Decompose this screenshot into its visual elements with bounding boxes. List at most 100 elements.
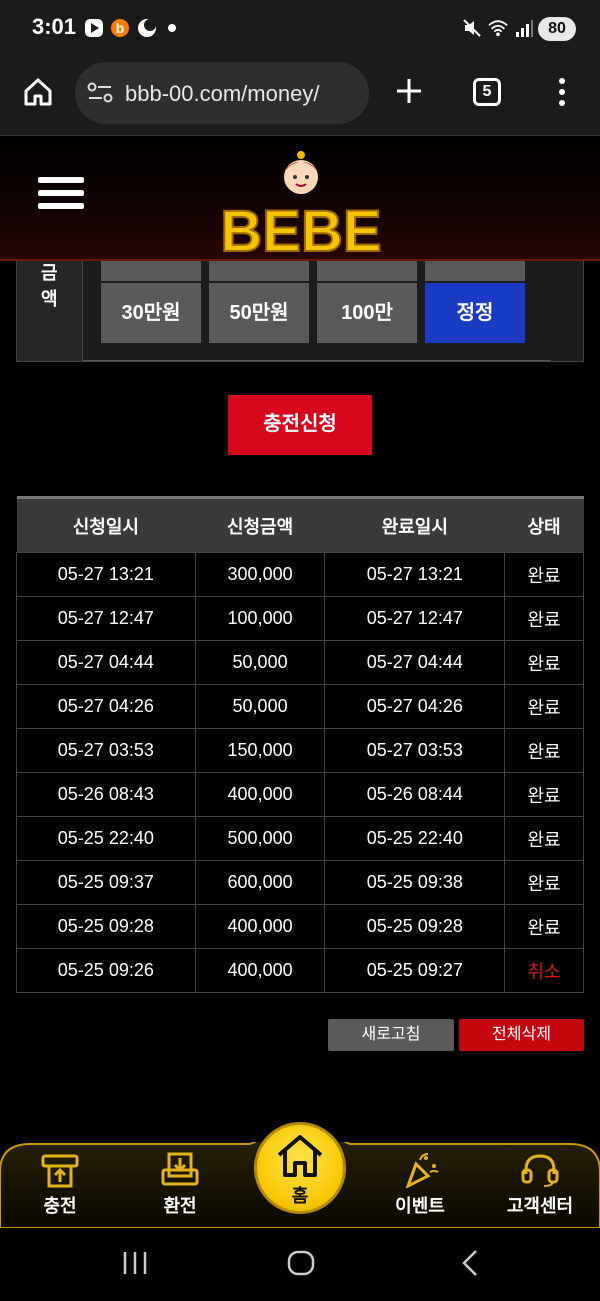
cell-request-time: 05-25 09:37 (16, 860, 196, 905)
home-system-icon[interactable] (286, 1248, 316, 1278)
nav-deposit[interactable]: 충전 (10, 1152, 110, 1218)
home-icon (277, 1135, 323, 1177)
svg-text:b: b (116, 20, 125, 36)
cell-complete-time: 05-27 04:44 (324, 640, 506, 685)
cell-complete-time: 05-27 13:21 (324, 552, 506, 597)
table-row: 05-27 12:47 100,000 05-27 12:47 완료 (16, 596, 584, 641)
header-request-amount: 신청금액 (195, 496, 325, 553)
moon-app-icon (138, 19, 156, 37)
table-row: 05-26 08:43 400,000 05-26 08:44 완료 (16, 772, 584, 817)
play-icon (85, 19, 103, 37)
amount-button-upper[interactable] (317, 261, 417, 281)
amount-button-upper[interactable] (425, 261, 525, 281)
cell-status: 완료 (504, 860, 584, 905)
recent-apps-icon[interactable] (120, 1248, 150, 1278)
amount-label: 금 액 (17, 261, 83, 361)
deposit-icon (41, 1154, 79, 1188)
cell-request-time: 05-27 12:47 (16, 596, 196, 641)
headset-icon (521, 1154, 559, 1187)
address-bar[interactable]: bbb-00.com/money/ (75, 62, 369, 124)
status-bar: 3:01 b 80 (0, 0, 600, 58)
cell-status: 완료 (504, 904, 584, 949)
plus-icon[interactable] (394, 76, 424, 106)
home-icon[interactable] (22, 76, 54, 108)
tabs-icon[interactable]: 5 (473, 78, 501, 106)
header-status: 상태 (504, 496, 584, 553)
cell-status: 완료 (504, 728, 584, 773)
amount-label-char-1: 금 (41, 263, 58, 283)
cell-request-time: 05-27 04:44 (16, 640, 196, 685)
menu-icon[interactable] (30, 171, 92, 227)
url-text: bbb-00.com/money/ (125, 81, 320, 106)
wifi-icon (488, 20, 508, 37)
amount-button-upper[interactable] (101, 261, 201, 281)
mute-icon (463, 19, 481, 37)
status-time: 3:01 (32, 14, 77, 39)
more-icon[interactable] (552, 76, 572, 108)
nav-event-label: 이벤트 (395, 1196, 445, 1216)
browser-toolbar: bbb-00.com/money/ 5 (0, 58, 600, 136)
back-icon[interactable] (456, 1248, 486, 1278)
withdraw-icon (161, 1152, 199, 1186)
amount-button-50[interactable]: 50만원 (209, 283, 309, 343)
amount-button-30[interactable]: 30만원 (101, 283, 201, 343)
cell-complete-time: 05-25 09:38 (324, 860, 506, 905)
cell-status: 완료 (504, 772, 584, 817)
cell-amount: 500,000 (194, 816, 326, 861)
nav-event[interactable]: 이벤트 (370, 1152, 470, 1218)
site-settings-icon[interactable] (87, 82, 113, 104)
battery-indicator: 80 (538, 17, 576, 41)
table-row: 05-25 22:40 500,000 05-25 22:40 완료 (16, 816, 584, 861)
amount-button-100[interactable]: 100만 (317, 283, 417, 343)
cell-request-time: 05-27 03:53 (16, 728, 196, 773)
amount-reset-button[interactable]: 정정 (425, 283, 525, 343)
amount-button-upper[interactable] (209, 261, 309, 281)
refresh-button[interactable]: 새로고침 (328, 1019, 454, 1051)
tab-count: 5 (482, 83, 492, 100)
cell-complete-time: 05-27 03:53 (324, 728, 506, 773)
table-row: 05-25 09:37 600,000 05-25 09:38 완료 (16, 860, 584, 905)
nav-home[interactable]: 홈 (254, 1122, 346, 1214)
deposit-request-button[interactable]: 충전신청 (228, 395, 372, 455)
b-app-icon: b (111, 19, 129, 37)
cell-complete-time: 05-25 09:27 (324, 948, 506, 993)
cell-request-time: 05-27 13:21 (16, 552, 196, 597)
cell-request-time: 05-27 04:26 (16, 684, 196, 729)
header-request-time: 신청일시 (16, 496, 196, 553)
table-row: 05-27 13:21 300,000 05-27 13:21 완료 (16, 552, 584, 597)
logo-text: BEBE (220, 199, 381, 255)
table-row: 05-27 04:26 50,000 05-27 04:26 완료 (16, 684, 584, 729)
cell-status: 완료 (504, 596, 584, 641)
cell-complete-time: 05-27 12:47 (324, 596, 506, 641)
system-nav-bar (0, 1228, 600, 1301)
table-row: 05-27 03:53 150,000 05-27 03:53 완료 (16, 728, 584, 773)
table-row: 05-25 09:28 400,000 05-25 09:28 완료 (16, 904, 584, 949)
divider (83, 360, 551, 361)
nav-withdraw-label: 환전 (163, 1196, 197, 1216)
nav-withdraw[interactable]: 환전 (130, 1152, 230, 1218)
cell-amount: 300,000 (194, 552, 326, 597)
cell-complete-time: 05-25 09:28 (324, 904, 506, 949)
cell-request-time: 05-25 09:28 (16, 904, 196, 949)
cell-status: 완료 (504, 684, 584, 729)
notification-dot (168, 24, 176, 32)
cell-status: 완료 (504, 816, 584, 861)
delete-all-button[interactable]: 전체삭제 (459, 1019, 584, 1051)
cell-amount: 400,000 (194, 772, 326, 817)
nav-support[interactable]: 고객센터 (490, 1152, 590, 1218)
cell-complete-time: 05-27 04:26 (324, 684, 506, 729)
bottom-nav: 충전 환전 홈 이벤트 고객센터 (0, 1122, 600, 1228)
signal-icon (516, 20, 533, 37)
cell-status: 완료 (504, 552, 584, 597)
history-table: 신청일시 신청금액 완료일시 상태 05-27 13:21 300,000 05… (16, 496, 584, 993)
cell-amount: 400,000 (194, 904, 326, 949)
nav-deposit-label: 충전 (43, 1196, 77, 1216)
cell-amount: 150,000 (194, 728, 326, 773)
logo[interactable]: BEBE (196, 147, 406, 255)
cell-request-time: 05-25 22:40 (16, 816, 196, 861)
cell-amount: 50,000 (194, 640, 326, 685)
cell-amount: 600,000 (194, 860, 326, 905)
amount-section: 금 액 30만원 50만원 100만 정정 (16, 261, 584, 362)
party-popper-icon (405, 1153, 439, 1188)
cell-amount: 400,000 (194, 948, 326, 993)
